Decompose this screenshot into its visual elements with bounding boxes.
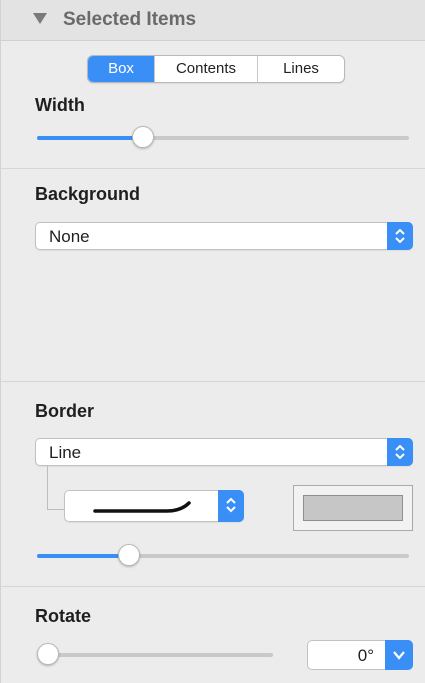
tab-box[interactable]: Box — [88, 56, 154, 82]
slider-knob[interactable] — [37, 643, 59, 665]
curved-line-icon — [93, 501, 191, 513]
border-width-slider[interactable] — [37, 544, 409, 568]
border-type-value: Line — [49, 443, 82, 462]
divider — [1, 168, 425, 169]
chevron-down-icon[interactable] — [385, 640, 413, 670]
rotate-slider[interactable] — [37, 643, 273, 667]
inspector-panel: Selected Items Box Contents Lines Width … — [0, 0, 425, 683]
border-label: Border — [35, 401, 95, 421]
chevron-updown-icon[interactable] — [387, 222, 413, 250]
slider-fill — [37, 554, 123, 558]
background-label: Background — [35, 184, 141, 204]
chevron-updown-icon[interactable] — [218, 490, 244, 522]
slider-knob[interactable] — [131, 126, 154, 148]
section-title: Selected Items — [63, 9, 197, 30]
line-style-select[interactable] — [64, 490, 244, 522]
slider-track — [37, 653, 273, 657]
tab-lines[interactable]: Lines — [257, 56, 344, 82]
color-swatch — [303, 495, 403, 521]
rotate-angle-field[interactable]: 0° — [307, 640, 413, 670]
tab-contents[interactable]: Contents — [154, 56, 257, 82]
slider-knob[interactable] — [117, 544, 140, 566]
divider — [1, 586, 425, 587]
chevron-updown-icon[interactable] — [387, 438, 413, 466]
section-header[interactable]: Selected Items — [1, 0, 425, 41]
disclosure-triangle-icon[interactable] — [33, 13, 47, 24]
background-select[interactable]: None — [35, 222, 413, 250]
tab-segmented-control: Box Contents Lines — [87, 55, 345, 83]
rotate-label: Rotate — [35, 606, 92, 626]
rotate-angle-value: 0° — [357, 646, 374, 665]
width-label: Width — [35, 95, 85, 115]
background-select-value: None — [49, 227, 90, 246]
slider-fill — [37, 136, 138, 140]
border-color-well[interactable] — [293, 485, 413, 531]
border-type-select[interactable]: Line — [35, 438, 413, 466]
width-slider[interactable] — [37, 126, 409, 150]
divider — [1, 381, 425, 382]
